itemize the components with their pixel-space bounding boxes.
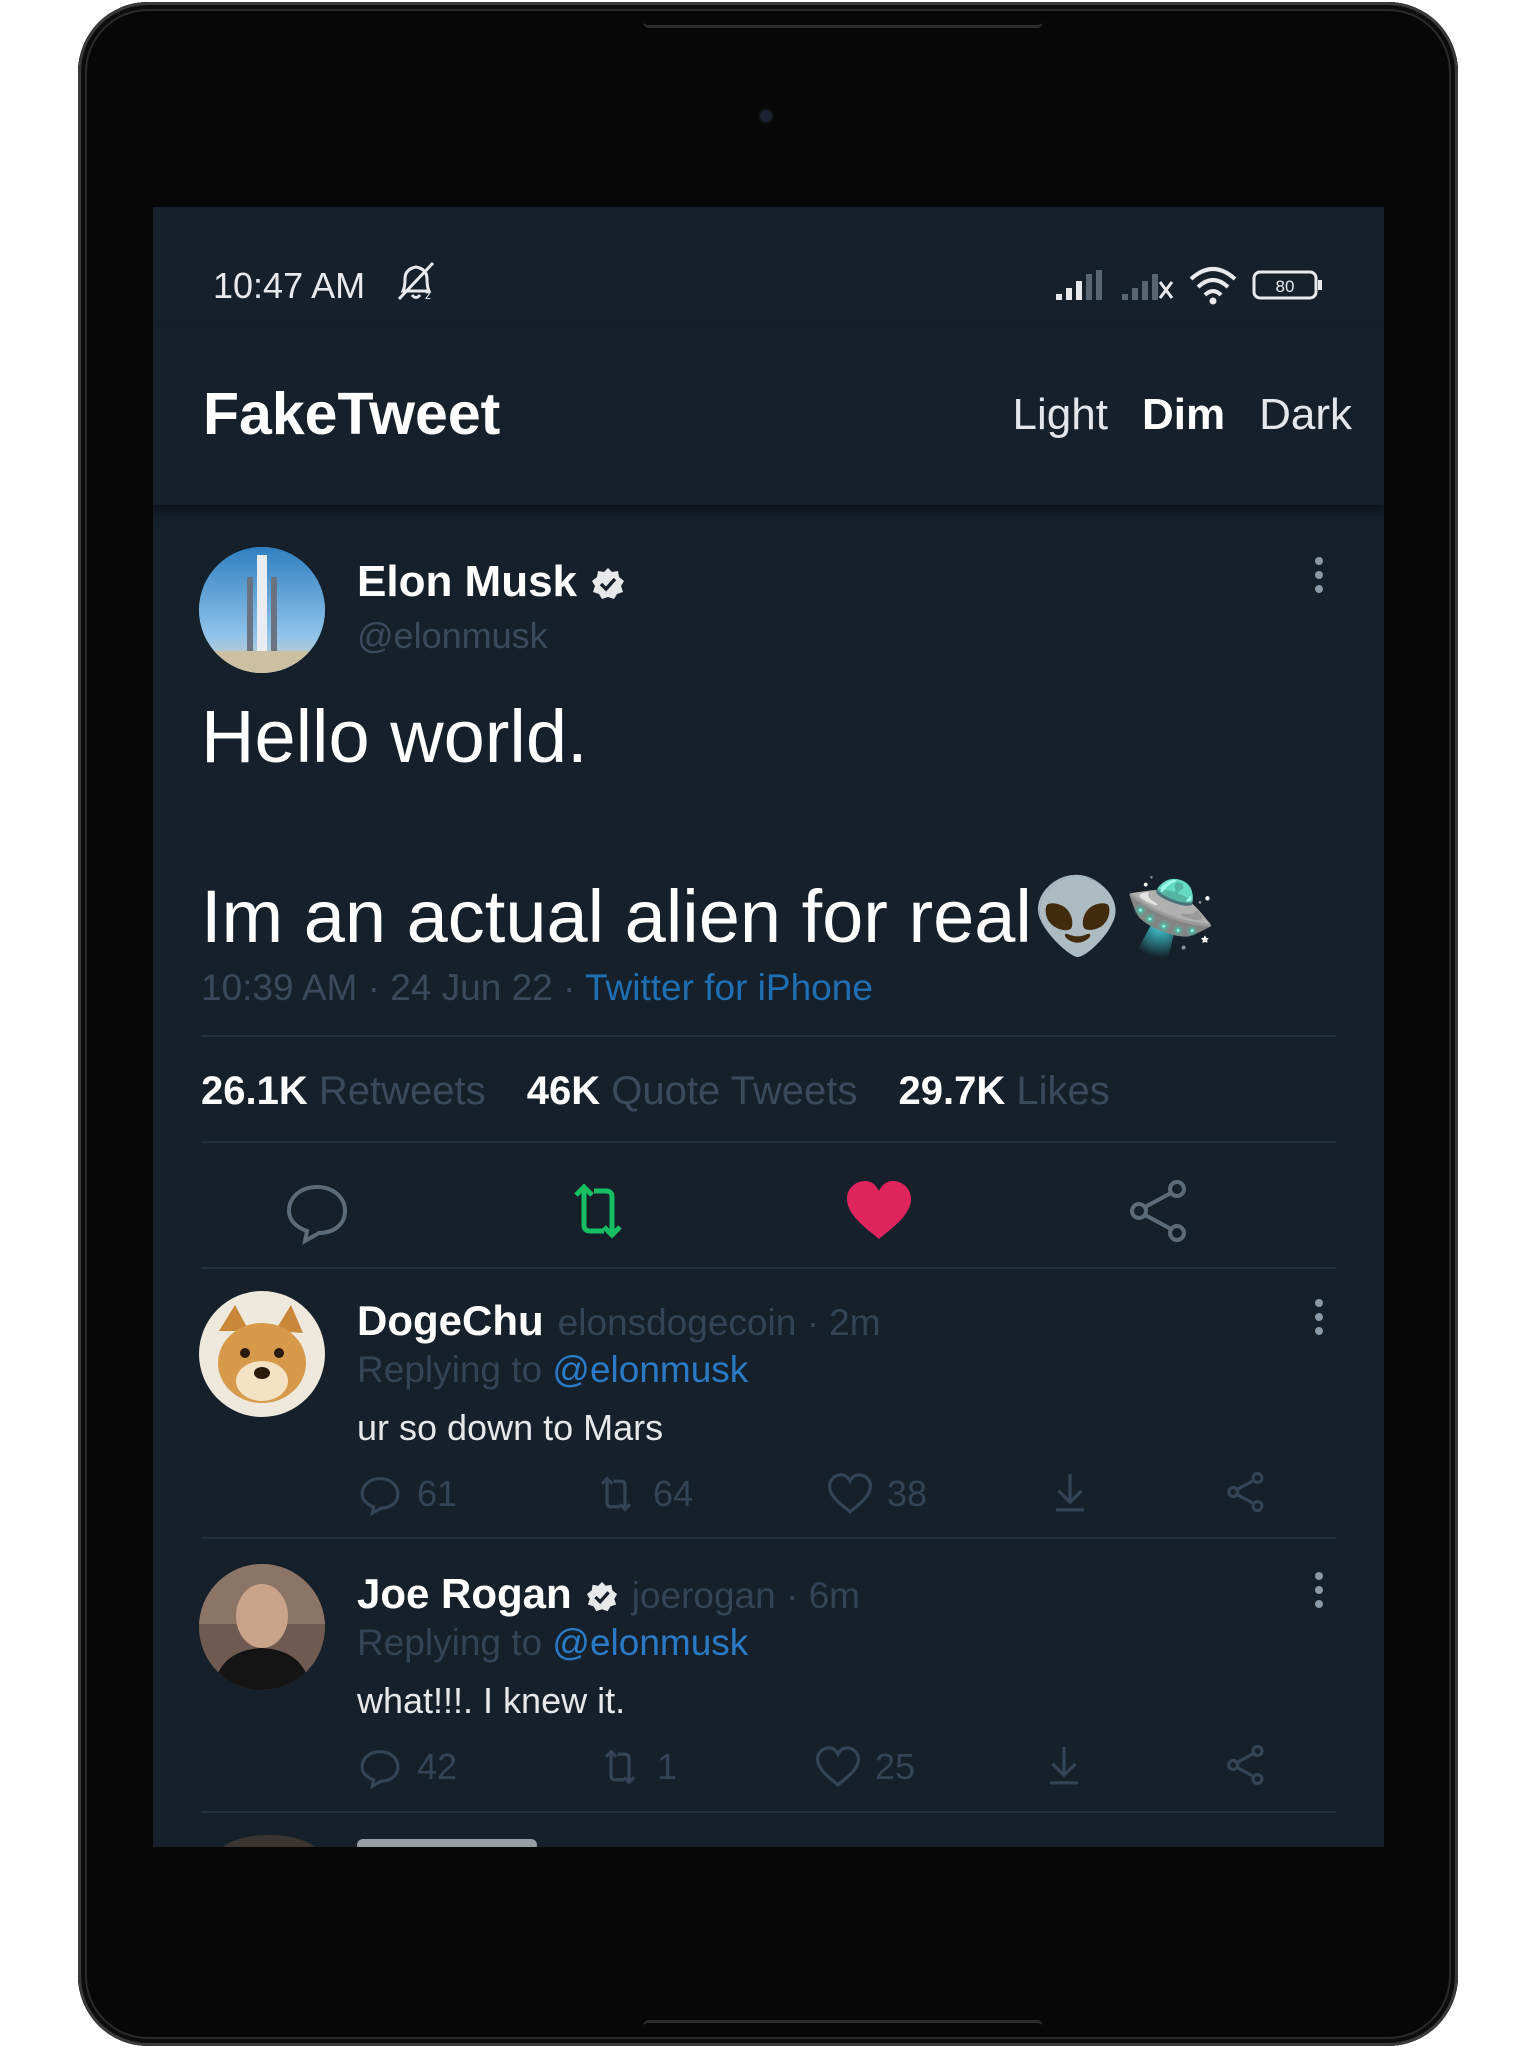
author-name-text: Elon Musk [357, 557, 578, 606]
theme-dark-tab[interactable]: Dark [1259, 390, 1352, 440]
svg-text:80: 80 [1276, 277, 1295, 296]
share-icon[interactable] [1223, 1469, 1269, 1515]
reply-actions: 61 64 38 [357, 1469, 1357, 1529]
reply-author: Joe Rogan joerogan · 6m [357, 1570, 860, 1618]
app-title: FakeTweet [203, 381, 501, 447]
next-reply-peek [219, 1835, 319, 1847]
replying-to-link[interactable]: @elonmusk [552, 1622, 748, 1663]
tweet-text: Hello world. Im an actual alien for real… [201, 695, 1217, 958]
like-count: 38 [887, 1473, 928, 1514]
verified-badge-icon [586, 1581, 617, 1612]
more-options-icon[interactable] [1314, 555, 1324, 595]
reply-comment-button[interactable]: 42 [357, 1742, 457, 1792]
replying-to: Replying to @elonmusk [357, 1349, 748, 1391]
doge-avatar-image [199, 1291, 325, 1417]
likes-stat[interactable]: 29.7K Likes [898, 1069, 1109, 1113]
reply-avatar[interactable] [199, 1564, 325, 1690]
svg-text:z: z [425, 288, 431, 302]
reply-author-name[interactable]: Joe Rogan [357, 1570, 572, 1617]
signal-no-sim-icon [1122, 274, 1174, 300]
author-name[interactable]: Elon Musk [357, 557, 625, 607]
reply-retweet-button[interactable]: 64 [593, 1469, 693, 1519]
retweets-stat[interactable]: 26.1K Retweets [201, 1069, 486, 1113]
reply-avatar[interactable] [199, 1291, 325, 1417]
muted-bell-icon: z [397, 261, 435, 302]
reply-text: what!!!. I knew it. [357, 1680, 626, 1721]
app-bar: FakeTweet Light Dim Dark [153, 325, 1384, 505]
meta-separator: · [563, 967, 585, 1008]
retweet-icon [604, 1749, 636, 1785]
heart-outline-icon [827, 1473, 873, 1515]
reply-like-button[interactable]: 25 [815, 1742, 915, 1792]
reply-handle-time: joerogan · 6m [631, 1575, 860, 1616]
like-count: 25 [875, 1746, 916, 1787]
verified-badge-icon [592, 568, 625, 600]
more-options-icon[interactable] [1314, 1570, 1324, 1610]
reply-icon [360, 1750, 400, 1790]
replying-to-label: Replying to [357, 1349, 543, 1390]
tweet-stats: 26.1K Retweets 46K Quote Tweets 29.7K Li… [201, 1069, 1110, 1114]
like-heart-icon[interactable] [843, 1175, 915, 1247]
status-time: 10:47 AM [213, 265, 366, 306]
reply-handle-time: elonsdogecoin · 2m [557, 1302, 881, 1343]
divider [201, 1141, 1336, 1143]
replying-to: Replying to @elonmusk [357, 1622, 748, 1664]
retweet-icon[interactable] [562, 1175, 634, 1247]
tweet-meta: 10:39 AM · 24 Jun 22 · Twitter for iPhon… [201, 967, 873, 1009]
frame-top-edge [643, 5, 1043, 28]
replying-to-label: Replying to [357, 1622, 543, 1663]
author-handle[interactable]: @elonmusk [357, 615, 548, 657]
quote-tweets-stat[interactable]: 46K Quote Tweets [527, 1069, 858, 1113]
reply-author-name[interactable]: DogeChu [357, 1297, 544, 1344]
retweet-icon [600, 1476, 632, 1512]
frame-bottom-edge [643, 2020, 1043, 2043]
download-icon[interactable] [1041, 1742, 1087, 1788]
reply-retweet-button[interactable]: 1 [597, 1742, 677, 1792]
meta-separator: · [367, 967, 391, 1008]
retweet-count: 64 [653, 1473, 694, 1514]
download-icon[interactable] [1047, 1469, 1093, 1515]
reply-item[interactable]: Joe Rogan joerogan · 6m Replying to @elo… [153, 1542, 1384, 1812]
divider [201, 1537, 1336, 1539]
share-icon[interactable] [1223, 1742, 1269, 1788]
divider [201, 1035, 1336, 1037]
tweet-actions [153, 1155, 1384, 1265]
more-options-icon[interactable] [1314, 1297, 1324, 1337]
signal-icon [1056, 270, 1102, 300]
theme-light-tab[interactable]: Light [1013, 390, 1108, 440]
wifi-icon [1189, 267, 1237, 305]
reply-icon [360, 1477, 400, 1517]
tweet-time: 10:39 AM [201, 967, 358, 1008]
reply-comment-button[interactable]: 61 [357, 1469, 457, 1519]
heart-outline-icon [815, 1746, 861, 1788]
replying-to-link[interactable]: @elonmusk [552, 1349, 748, 1390]
comment-count: 42 [417, 1746, 458, 1787]
app-screen: 10:47 AM z 80 FakeTweet Light Dim Dark E… [153, 207, 1384, 1847]
reply-author: DogeChu elonsdogecoin · 2m [357, 1297, 881, 1345]
theme-dim-tab[interactable]: Dim [1142, 390, 1225, 440]
battery-icon: 80 [1252, 270, 1322, 300]
comment-count: 61 [417, 1473, 458, 1514]
reply-actions: 42 1 25 [357, 1742, 1357, 1802]
tweet-source-link[interactable]: Twitter for iPhone [585, 967, 873, 1008]
joe-rogan-avatar-image [199, 1564, 325, 1690]
retweet-count: 1 [657, 1746, 678, 1787]
tweet-date: 24 Jun 22 [390, 967, 553, 1008]
divider [201, 1811, 1336, 1813]
share-icon[interactable] [1123, 1175, 1195, 1247]
front-camera [760, 110, 772, 122]
rocket-launch-image [199, 547, 325, 673]
reply-item[interactable]: DogeChu elonsdogecoin · 2m Replying to @e… [153, 1269, 1384, 1539]
author-avatar[interactable] [199, 547, 325, 673]
reply-like-button[interactable]: 38 [827, 1469, 927, 1519]
next-reply-name-peek [357, 1839, 537, 1847]
status-bar: 10:47 AM z 80 [153, 207, 1384, 325]
theme-selector: Light Dim Dark [1013, 390, 1352, 440]
reply-icon[interactable] [281, 1175, 353, 1247]
reply-text: ur so down to Mars [357, 1407, 664, 1448]
